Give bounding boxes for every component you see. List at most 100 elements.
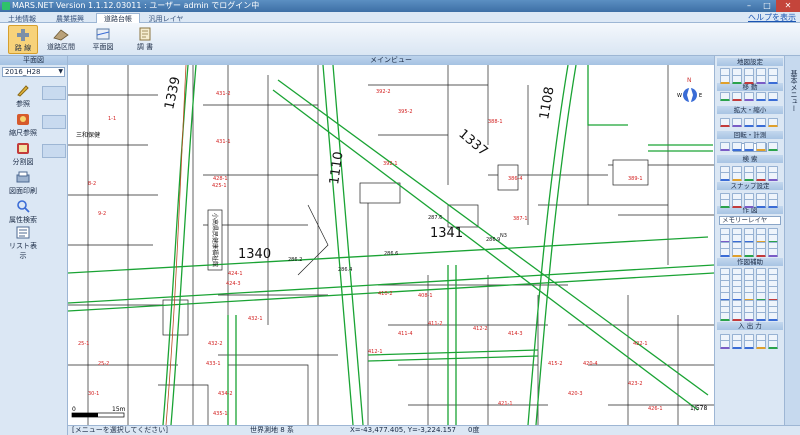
tool-button[interactable] xyxy=(732,142,742,151)
compass-icon[interactable]: N W E xyxy=(677,77,702,105)
tool-button[interactable] xyxy=(744,199,754,208)
year-select[interactable]: 2016_H28 ▼ xyxy=(2,67,65,77)
parcel-label: 415-2 xyxy=(548,361,563,367)
tool-button[interactable] xyxy=(744,248,754,257)
scale-icon xyxy=(17,114,29,125)
tool-button[interactable] xyxy=(732,172,742,181)
record-button[interactable]: 調 書 xyxy=(130,25,160,54)
tab-road-ledger[interactable]: 道路台帳 xyxy=(96,13,140,23)
tab-agriculture[interactable]: 農業振興 xyxy=(48,13,92,23)
document-icon xyxy=(139,27,151,41)
tool-button[interactable] xyxy=(756,312,766,321)
svg-text:E: E xyxy=(699,93,702,99)
tool-button[interactable] xyxy=(744,118,754,127)
tool-button[interactable] xyxy=(732,92,742,101)
tool-button[interactable] xyxy=(768,340,778,349)
tool-button[interactable] xyxy=(732,312,742,321)
tab-land-info[interactable]: 土地情報 xyxy=(2,13,42,23)
split-side-button[interactable] xyxy=(42,144,66,158)
parcel-label: 431-1 xyxy=(216,139,231,145)
tool-button[interactable] xyxy=(732,340,742,349)
reference-side-button[interactable] xyxy=(42,86,66,100)
title-bar: MARS.NET Version 1.1.12.03011 : ユーザー adm… xyxy=(0,0,800,12)
tool-button[interactable] xyxy=(720,248,730,257)
tool-button[interactable] xyxy=(768,142,778,151)
section-io: 入 出 力 xyxy=(717,322,783,330)
tool-button[interactable] xyxy=(756,172,766,181)
tool-button[interactable] xyxy=(756,248,766,257)
attribute-search-button[interactable]: 属性検索 xyxy=(8,198,38,226)
route-number: 1339 xyxy=(162,75,184,110)
tool-button[interactable] xyxy=(744,340,754,349)
parcel-label: 9-2 xyxy=(98,211,106,217)
parcel-label: 388-1 xyxy=(488,119,503,125)
scale-bar-left: 0 xyxy=(72,406,76,413)
reference-label: 参照 xyxy=(16,100,30,108)
road-section-button[interactable]: 道路区間 xyxy=(46,25,76,54)
tool-button[interactable] xyxy=(768,312,778,321)
help-link[interactable]: ヘルプを表示 xyxy=(748,12,796,23)
facility-name: 小高県民健康福祉館 xyxy=(211,213,219,267)
tool-button[interactable] xyxy=(744,142,754,151)
tool-button[interactable] xyxy=(720,142,730,151)
tool-button[interactable] xyxy=(744,75,754,84)
tool-button[interactable] xyxy=(768,199,778,208)
tool-button[interactable] xyxy=(744,312,754,321)
tool-button[interactable] xyxy=(732,248,742,257)
plan-view-button[interactable]: 平面図 xyxy=(88,25,118,54)
print-label: 図面印刷 xyxy=(9,187,37,195)
maximize-icon[interactable]: □ xyxy=(758,0,776,12)
tool-button[interactable] xyxy=(720,172,730,181)
section-map-settings: 地図設定 xyxy=(717,58,783,66)
tool-button[interactable] xyxy=(768,118,778,127)
tool-button[interactable] xyxy=(756,142,766,151)
tool-button[interactable] xyxy=(744,92,754,101)
tool-button[interactable] xyxy=(768,92,778,101)
coordinate-system: 世界測地 8 系 xyxy=(250,426,294,434)
tool-button[interactable] xyxy=(744,172,754,181)
node-id: 286.2 xyxy=(288,257,302,263)
parcel-label: 412-1 xyxy=(368,349,383,355)
left-panel: 平面図 2016_H28 ▼ 参照 縮尺参照 分割図 図面印刷 属性検索 リスト… xyxy=(0,56,68,435)
tool-button[interactable] xyxy=(720,118,730,127)
menu-tab-row: 土地情報 農業振興 道路台帳 汎用レイヤ ヘルプを表示 xyxy=(0,12,800,23)
scale-reference-button[interactable]: 縮尺参照 xyxy=(8,111,38,139)
tool-button[interactable] xyxy=(732,199,742,208)
print-button[interactable]: 図面印刷 xyxy=(8,169,38,197)
basic-menu-tab[interactable]: 基本メニュー xyxy=(788,70,798,112)
tab-general-layer[interactable]: 汎用レイヤ xyxy=(144,13,188,23)
tool-button[interactable] xyxy=(720,312,730,321)
year-select-value: 2016_H28 xyxy=(5,68,41,76)
minimize-icon[interactable]: – xyxy=(740,0,758,12)
tool-button[interactable] xyxy=(756,340,766,349)
map-svg[interactable]: 0 15m 1/578 N W E 1339133711081110134013… xyxy=(68,65,714,425)
tool-button[interactable] xyxy=(720,92,730,101)
tool-button[interactable] xyxy=(768,172,778,181)
window-title: MARS.NET Version 1.1.12.03011 : ユーザー adm… xyxy=(12,1,260,10)
tool-button[interactable] xyxy=(732,118,742,127)
reference-button[interactable]: 参照 xyxy=(8,82,38,110)
route-button[interactable]: 路 線 xyxy=(8,25,38,54)
print-icon xyxy=(16,171,30,183)
tool-button[interactable] xyxy=(756,92,766,101)
basic-menu-strip[interactable]: 基本メニュー xyxy=(784,56,800,425)
tool-button[interactable] xyxy=(756,75,766,84)
tool-button[interactable] xyxy=(768,248,778,257)
section-snap: スナップ設定 xyxy=(717,182,783,190)
close-icon[interactable]: ✕ xyxy=(776,0,800,12)
layer-select[interactable]: メモリーレイヤ xyxy=(719,216,781,225)
list-view-button[interactable]: リスト表示 xyxy=(8,224,38,260)
parcel-label: 392-1 xyxy=(383,161,398,167)
scale-side-button[interactable] xyxy=(42,115,66,129)
parcel-label: 432-2 xyxy=(208,341,223,347)
split-map-button[interactable]: 分割図 xyxy=(8,140,38,168)
map-canvas[interactable]: 0 15m 1/578 N W E 1339 1337 1108 1110 1340 13… xyxy=(68,65,714,425)
tool-button[interactable] xyxy=(720,199,730,208)
tool-button[interactable] xyxy=(720,340,730,349)
tool-button[interactable] xyxy=(756,118,766,127)
tool-button[interactable] xyxy=(756,199,766,208)
tool-button[interactable] xyxy=(768,75,778,84)
parcel-label: 387-1 xyxy=(513,216,528,222)
tool-button[interactable] xyxy=(732,75,742,84)
tool-button[interactable] xyxy=(720,75,730,84)
